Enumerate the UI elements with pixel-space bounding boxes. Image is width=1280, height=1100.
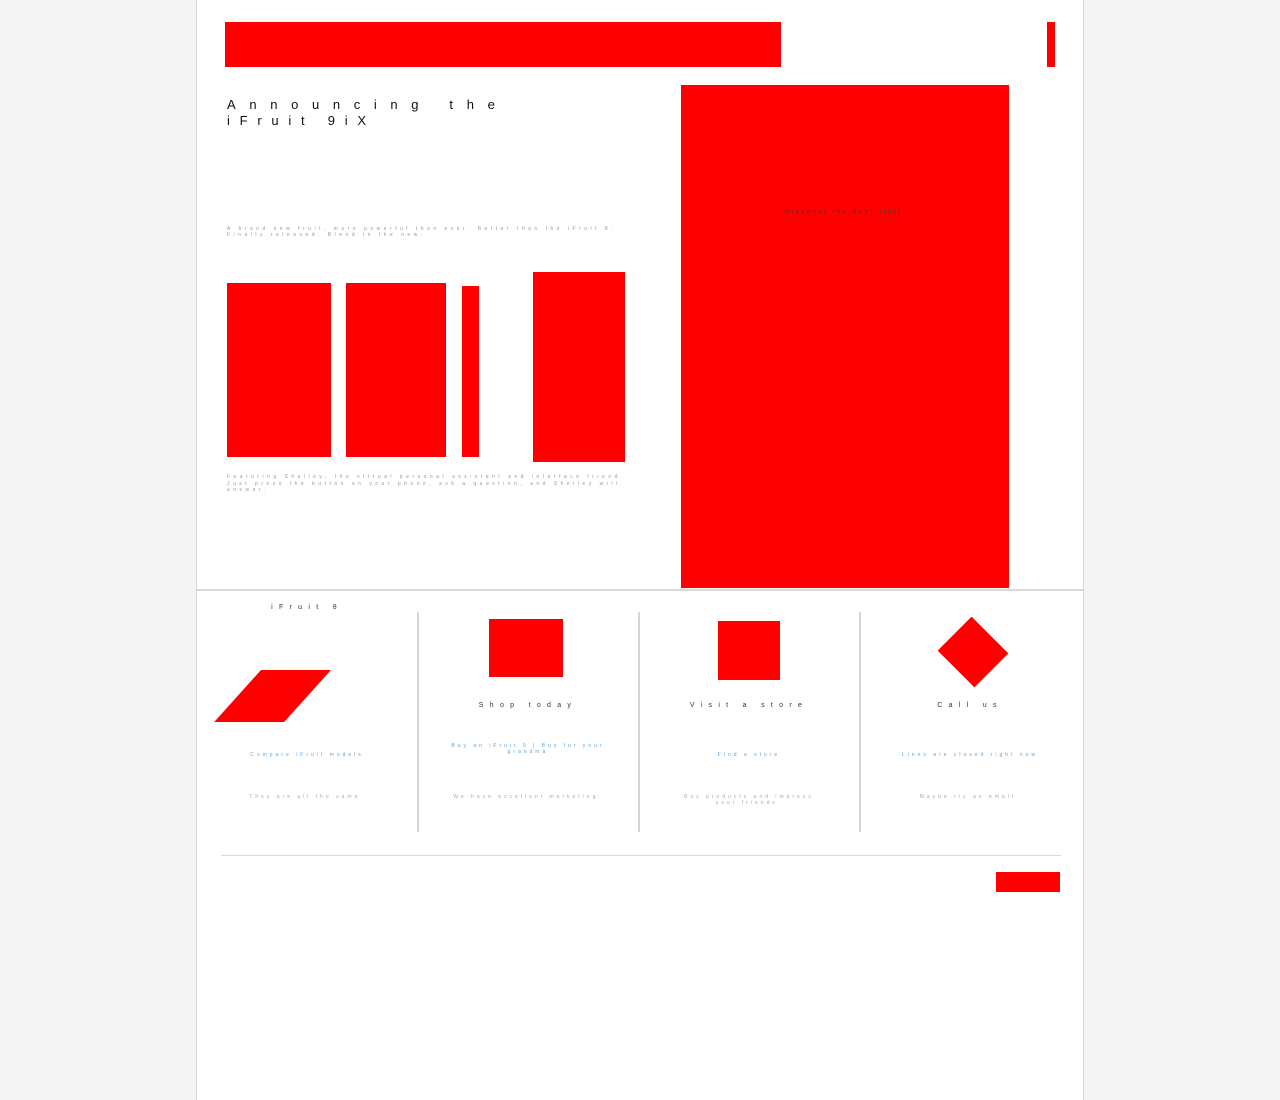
hero-title-line2: iFruit 9iX [227,113,376,128]
column-title: Visit a store [689,702,809,709]
column-title: Shop today [478,702,578,709]
hero-subtitle: A brand new fruit, more powerful than ev… [227,226,617,238]
lines-closed-link[interactable]: Lines are closed right now [860,752,1080,758]
buy-link[interactable]: Buy an iFruit 9 | Buy for your grandma [448,743,608,755]
call-image[interactable] [937,616,1009,688]
menu-button[interactable] [1047,22,1055,67]
section-divider [197,589,1083,591]
page-container: Announcing the iFruit 9iX A brand new fr… [196,0,1084,1100]
column-note: Maybe try an email. [919,794,1021,800]
hero-title: Announcing the iFruit 9iX [227,97,547,129]
feature-note: Featuring Shelley, the virtual personal … [227,474,626,493]
product-image-3[interactable] [462,286,479,457]
column-separator [638,612,640,832]
product-image-1[interactable] [227,283,331,457]
footer-divider [221,855,1061,856]
product-image-4[interactable] [533,272,625,462]
column-note: They are all the same. [249,794,365,800]
hero-title-line1: Announcing the [227,97,509,112]
ifruit8-image[interactable] [214,670,331,722]
compare-models-link[interactable]: Compare iFruit models [197,752,417,758]
hero-image-caption: Discover the best fruit [785,209,903,215]
footer-button[interactable] [996,872,1060,892]
column-note: We have excellent marketing. [453,794,603,800]
store-image[interactable] [718,621,780,680]
column-title: iFruit 8 [271,604,343,611]
hero-image[interactable]: Discover the best fruit [681,85,1009,588]
product-image-2[interactable] [346,283,446,457]
header-banner[interactable] [225,22,781,67]
shop-image[interactable] [489,619,563,677]
column-title: Call us [937,702,1003,709]
find-store-link[interactable]: Find a store [639,752,859,758]
column-note: Buy products and impress your friends. [684,794,814,806]
column-ifruit8: iFruit 8 Compare iFruit models They are … [197,600,417,800]
